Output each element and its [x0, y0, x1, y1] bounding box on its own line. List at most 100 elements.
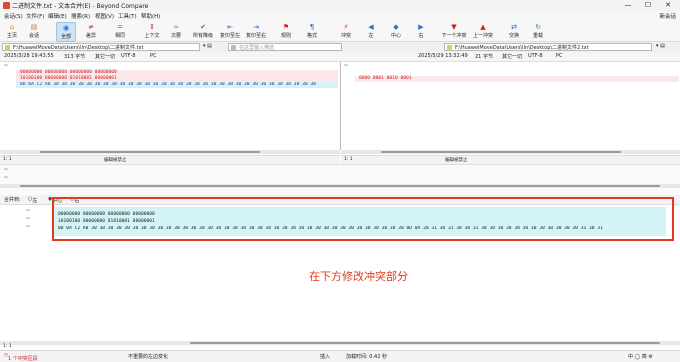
arrow-icon: ⇨: [26, 224, 31, 230]
diff-icon: ≠: [88, 23, 94, 31]
menu-view[interactable]: 视图(V): [95, 12, 114, 20]
details-hscroll[interactable]: [0, 184, 680, 188]
right-icon: ▶: [418, 23, 424, 31]
merge-hscroll[interactable]: [0, 341, 680, 345]
annotation-text: 在下方修改冲突部分: [309, 270, 408, 283]
new-session-link[interactable]: 新会话: [659, 12, 676, 20]
right-hscroll[interactable]: [341, 150, 680, 154]
format-button[interactable]: ¶ 格式: [304, 22, 320, 40]
next-conflict-button[interactable]: ▼ 下一个冲突: [440, 22, 468, 40]
context-button[interactable]: ⇕ 上下文: [142, 22, 162, 40]
right-pane[interactable]: ⇨ 0000 0001 0010 0001: [341, 62, 680, 150]
arrow-icon: ⇨: [4, 167, 9, 173]
all-down-button[interactable]: ✔ 所有降级: [190, 22, 216, 40]
left-hscroll[interactable]: [0, 150, 340, 154]
left-encoding-select[interactable]: UTF-8: [121, 53, 136, 59]
conflict-button[interactable]: ⚡ 冲突: [338, 22, 354, 40]
window-title: 二进制文件.txt - 文本合并(E) - Beyond Compare: [12, 3, 149, 10]
session-icon: ▤: [30, 23, 38, 31]
copy-left-icon: ⇤: [227, 23, 233, 31]
filter-icon: [231, 45, 236, 50]
maximize-button[interactable]: ☐: [640, 0, 656, 11]
merge-to-label: 合并到:: [4, 197, 21, 203]
right-line[interactable]: 0000 0001 0010 0001: [355, 76, 679, 82]
right-lineend[interactable]: PC: [556, 53, 563, 59]
swap-button[interactable]: ⇄ 交换: [506, 22, 522, 40]
center-button[interactable]: ◆ 中心: [388, 22, 404, 40]
reload-icon: ↻: [535, 23, 541, 31]
left-file-size: 313 字节: [64, 54, 86, 60]
minor-icon: ≈: [173, 23, 179, 31]
menu-tools[interactable]: 工具(T): [118, 12, 137, 20]
line-details-pane: ⇨ ⇨: [0, 164, 680, 196]
close-button[interactable]: ✕: [660, 0, 676, 11]
left-line[interactable]: 0D 0A C2 A0 30 30 30 30 30 30 30 30 30 3…: [16, 82, 338, 88]
menu-edit[interactable]: 编辑(E): [48, 12, 67, 20]
rules-button[interactable]: ⚑ 规则: [278, 22, 294, 40]
copy-left-button[interactable]: ⇤ 复印至左: [218, 22, 242, 40]
left-other-select[interactable]: 其它一切: [95, 53, 115, 60]
conflict-icon: ⚡: [343, 23, 349, 31]
rules-icon: ⚑: [282, 23, 290, 31]
right-file-size: 21 字节: [475, 54, 493, 60]
minimize-button[interactable]: —: [620, 0, 636, 11]
right-pane-status: 1: 1 编辑被禁止: [341, 155, 680, 164]
merge-cursor: 1: 1: [3, 344, 12, 349]
center-icon: ◆: [393, 23, 399, 31]
browse-left-icon[interactable]: ▾ ▤: [203, 43, 212, 49]
insert-mode: 插入: [320, 354, 331, 360]
arrow-icon: ⇨: [26, 208, 31, 214]
same-icon: =: [117, 23, 123, 31]
left-file-date: 2025/3/28 19:43:55: [4, 53, 54, 59]
annotation-box: [52, 197, 674, 241]
app-icon: [3, 2, 10, 9]
right-file-date: 2025/5/29 13:32:49: [418, 53, 468, 59]
left-button[interactable]: ◀ 左: [364, 22, 378, 40]
conflict-count: !! 1 个冲突区段: [4, 353, 38, 362]
menu-help[interactable]: 帮助(H): [141, 12, 160, 20]
folder-icon: [447, 45, 452, 50]
filter-input[interactable]: 在这里输入筛选: [228, 43, 342, 51]
tray-icons: 中 ◯ 简 ⚙: [628, 354, 653, 360]
change-importance: 不重要的左边变化: [128, 354, 169, 360]
all-down-icon: ✔: [200, 23, 206, 31]
swap-icon: ⇄: [511, 23, 517, 31]
session-button[interactable]: ▤ 会话: [26, 22, 42, 40]
prev-conflict-button[interactable]: ▲ 上一冲突: [470, 22, 496, 40]
home-button[interactable]: ⌂ 主页: [4, 22, 20, 40]
left-pane[interactable]: ⇨ 00000000 00000000 00000000 00000000 10…: [0, 62, 341, 150]
copy-right-icon: ⇥: [253, 23, 259, 31]
arrow-icon: ⇨: [344, 63, 349, 69]
same-button[interactable]: = 相同: [112, 22, 128, 40]
arrow-icon: ⇨: [4, 63, 9, 69]
left-pane-status: 1: 1 编辑被禁止: [0, 155, 340, 164]
format-icon: ¶: [309, 23, 315, 31]
arrow-icon: ⇨: [4, 175, 9, 181]
right-encoding-select[interactable]: UTF-8: [528, 53, 543, 59]
left-lineend[interactable]: PC: [150, 53, 157, 59]
file-info-row: 2025/3/28 19:43:55 313 字节 其它一切 UTF-8 PC …: [0, 52, 680, 62]
all-button[interactable]: ◉ 全部: [56, 22, 76, 42]
diff-button[interactable]: ≠ 差异: [82, 22, 100, 40]
copy-right-button[interactable]: ⇥ 复印至右: [244, 22, 268, 40]
right-button[interactable]: ▶ 右: [414, 22, 428, 40]
minor-button[interactable]: ≈ 次要: [168, 22, 184, 40]
right-path-field[interactable]: F:\HuaweiMoveData\Users\lln\Desktop\二进制文…: [444, 43, 652, 51]
reload-button[interactable]: ↻ 重载: [530, 22, 546, 40]
menu-file[interactable]: 文件(F): [26, 12, 44, 20]
path-row: F:\HuaweiMoveData\Users\lln\Desktop\二进制文…: [0, 42, 680, 52]
home-icon: ⌂: [9, 23, 15, 31]
all-icon: ◉: [62, 24, 70, 32]
context-icon: ⇕: [149, 23, 155, 31]
browse-right-icon[interactable]: ▾ ▤: [656, 43, 665, 49]
menu-session[interactable]: 会话(S): [4, 12, 23, 20]
merge-left-radio[interactable]: ○ 左: [28, 196, 37, 204]
load-time: 加载时间: 0.42 秒: [346, 354, 387, 360]
toolbar: ⌂ 主页 ▤ 会话 ◉ 全部 ≠ 差异 = 相同 ⇕ 上下文 ≈ 次要 ✔ 所有降级 ⇤ 复印至左…: [0, 21, 680, 42]
left-icon: ◀: [368, 23, 374, 31]
menu-search[interactable]: 搜索(R): [71, 12, 90, 20]
left-path-field[interactable]: F:\HuaweiMoveData\Users\lln\Desktop\二进制文…: [2, 43, 200, 51]
title-bar: 二进制文件.txt - 文本合并(E) - Beyond Compare — ☐…: [0, 0, 680, 11]
right-other-select[interactable]: 其它一切: [502, 53, 522, 60]
arrow-icon: ⇨: [26, 216, 31, 222]
